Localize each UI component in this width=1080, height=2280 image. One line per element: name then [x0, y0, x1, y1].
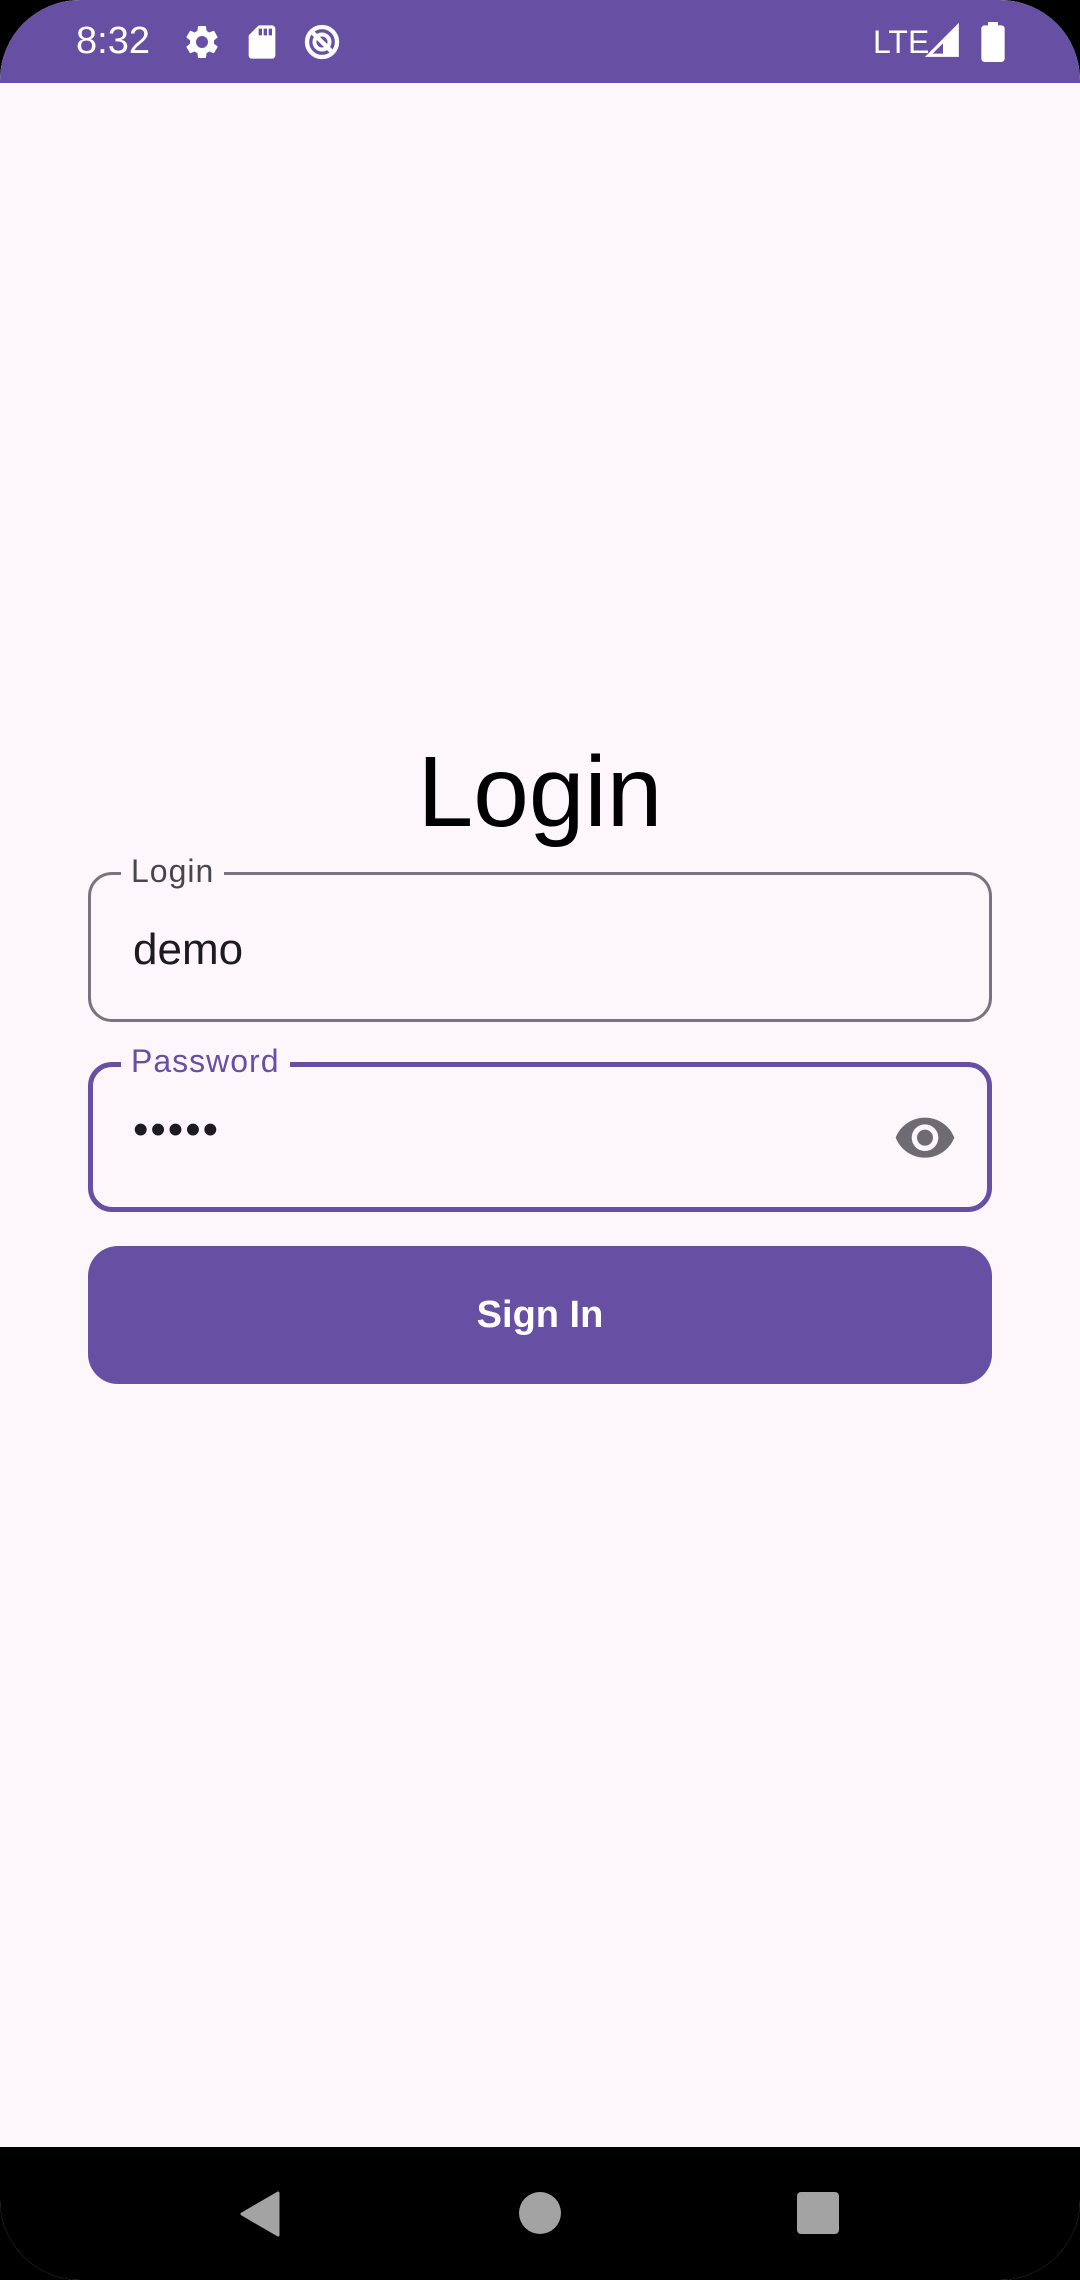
login-field-value[interactable]: demo	[133, 925, 243, 975]
sign-in-button[interactable]: Sign In	[88, 1246, 992, 1384]
home-button[interactable]	[519, 2192, 561, 2234]
password-field-label: Password	[121, 1043, 290, 1080]
login-screen: 8:32 LTE Login Login demo Password •••••	[0, 0, 1080, 2280]
signal-icon	[924, 22, 959, 57]
network-type: LTE	[873, 24, 930, 60]
recents-button[interactable]	[797, 2192, 839, 2234]
no-disturb-icon	[304, 24, 340, 60]
status-time: 8:32	[76, 20, 150, 62]
navigation-bar	[0, 2147, 1080, 2280]
sd-card-icon	[248, 25, 276, 59]
gear-icon	[186, 25, 218, 58]
login-field-label: Login	[121, 853, 225, 890]
password-field-value[interactable]: •••••	[133, 1105, 220, 1155]
login-field[interactable]: Login demo	[88, 853, 992, 1022]
password-field[interactable]: Password •••••	[88, 1043, 992, 1212]
battery-icon	[981, 22, 1005, 62]
eye-icon[interactable]	[893, 1115, 957, 1163]
status-bar: 8:32 LTE	[0, 0, 1080, 83]
page-title: Login	[417, 736, 663, 848]
back-button[interactable]	[238, 2191, 280, 2237]
